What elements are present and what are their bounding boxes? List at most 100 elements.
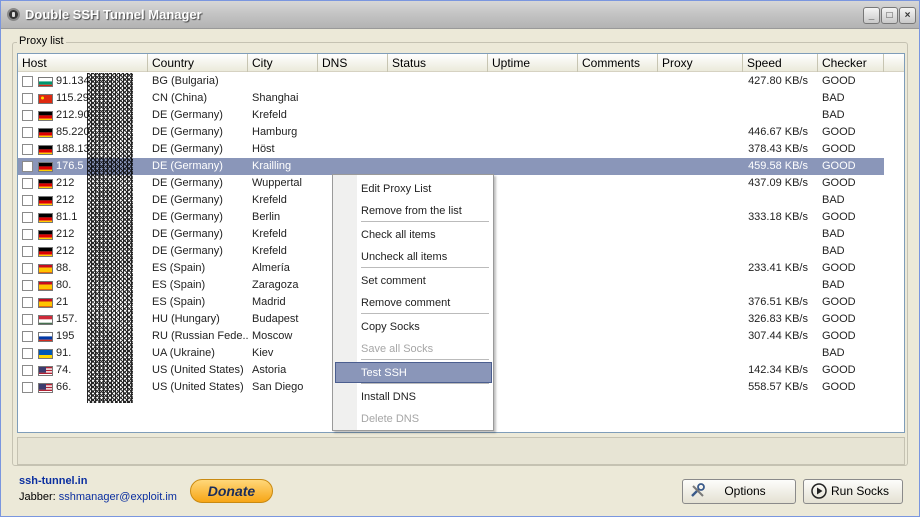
flag-de-icon [38,230,53,240]
menu-item-save-all-socks: Save all Socks [361,343,434,355]
column-header-speed[interactable]: Speed [743,54,818,72]
cell-city: Almería [252,262,290,274]
column-header-checker[interactable]: Checker [818,54,884,72]
column-header-host[interactable]: Host [18,54,148,72]
cell-speed: 437.09 KB/s [748,177,808,189]
cell-checker: BAD [822,194,845,206]
cell-speed: 378.43 KB/s [748,143,808,155]
cell-speed: 446.67 KB/s [748,126,808,138]
row-checkbox[interactable] [22,76,33,87]
options-label: Options [724,484,766,498]
maximize-button[interactable]: □ [881,7,898,24]
row-checkbox[interactable] [22,246,33,257]
cell-city: Budapest [252,313,299,325]
column-header-comments[interactable]: Comments [578,54,658,72]
cell-speed [718,243,808,260]
row-checkbox[interactable] [22,212,33,223]
row-checkbox[interactable] [22,348,33,359]
column-header-proxy[interactable]: Proxy [658,54,743,72]
options-button[interactable]: Options [682,479,796,504]
cell-country: UA (Ukraine) [152,347,215,359]
cell-checker: GOOD [822,143,856,155]
cell-city: Krefeld [252,228,287,240]
cell-country: ES (Spain) [152,296,206,308]
cell-speed [718,277,808,294]
row-checkbox[interactable] [22,280,33,291]
row-checkbox[interactable] [22,297,33,308]
cell-speed [718,90,808,107]
table-row[interactable]: 115.29. CN (China) Shanghai BAD [18,90,884,107]
cell-city: Wuppertal [252,177,302,189]
menu-item-uncheck-all-items[interactable]: Uncheck all items [361,246,491,268]
menu-item-test-ssh[interactable]: Test SSH [361,362,491,384]
minimize-button[interactable]: _ [863,7,880,24]
flag-de-icon [38,145,53,155]
row-checkbox[interactable] [22,229,33,240]
table-row[interactable]: 176.5 DE (Germany) Krailling 459.58 KB/s GOO… [18,158,884,175]
column-header-uptime[interactable]: Uptime [488,54,578,72]
cell-checker: BAD [822,245,845,257]
cell-country: HU (Hungary) [152,313,220,325]
cell-speed [718,345,808,362]
title-bar[interactable]: Double SSH Tunnel Manager _ □ × [1,1,919,29]
table-row[interactable]: 91.134 BG (Bulgaria) 427.80 KB/s GOOD [18,73,884,90]
cell-country: DE (Germany) [152,143,223,155]
row-checkbox[interactable] [22,331,33,342]
row-checkbox[interactable] [22,195,33,206]
cell-country: BG (Bulgaria) [152,75,219,87]
row-checkbox[interactable] [22,314,33,325]
run-socks-label: Run Socks [830,484,890,498]
column-header-country[interactable]: Country [148,54,248,72]
main-window: Double SSH Tunnel Manager _ □ × Proxy li… [0,0,920,517]
menu-item-check-all-items[interactable]: Check all items [361,224,491,246]
cell-speed: 427.80 KB/s [748,75,808,87]
row-checkbox[interactable] [22,382,33,393]
table-row[interactable]: 85.220 DE (Germany) Hamburg 446.67 KB/s GOOD [18,124,884,141]
column-header-dns[interactable]: DNS [318,54,388,72]
table-row[interactable]: 212.90. DE (Germany) Krefeld BAD [18,107,884,124]
row-checkbox[interactable] [22,127,33,138]
table-row[interactable]: 188.13 DE (Germany) Höst 378.43 KB/s GOOD [18,141,884,158]
cell-speed: 233.41 KB/s [748,262,808,274]
menu-item-delete-dns: Delete DNS [361,413,420,425]
cell-checker: GOOD [822,211,856,223]
menu-item-remove-from-the-list[interactable]: Remove from the list [361,200,491,222]
column-header-status[interactable]: Status [388,54,488,72]
run-socks-button[interactable]: Run Socks [803,479,903,504]
row-checkbox[interactable] [22,144,33,155]
flag-es-icon [38,298,53,308]
menu-item-remove-comment[interactable]: Remove comment [361,292,491,314]
cell-city: Astoria [252,364,287,376]
cell-speed: 459.58 KB/s [748,160,808,172]
cell-checker: GOOD [822,296,856,308]
flag-hu-icon [38,315,53,325]
cell-city: Krefeld [252,194,287,206]
menu-item-edit-proxy-list[interactable]: Edit Proxy List [361,178,491,200]
cell-speed: 307.44 KB/s [748,330,808,342]
flag-ru-icon [38,332,53,342]
menu-item-copy-socks[interactable]: Copy Socks [361,316,491,338]
cell-country: ES (Spain) [152,279,206,291]
cell-checker: GOOD [822,177,856,189]
column-header-city[interactable]: City [248,54,318,72]
cell-speed: 142.34 KB/s [748,364,808,376]
jabber-link[interactable]: sshmanager@exploit.im [59,491,177,503]
cell-checker: GOOD [822,262,856,274]
status-area [17,437,905,465]
cell-city: Hamburg [252,126,298,138]
row-checkbox[interactable] [22,93,33,104]
donate-button[interactable]: Donate [190,479,273,503]
jabber-label: Jabber: [19,491,56,503]
row-checkbox[interactable] [22,161,33,172]
row-checkbox[interactable] [22,263,33,274]
row-checkbox[interactable] [22,110,33,121]
menu-item-install-dns[interactable]: Install DNS [361,386,491,408]
cell-city: Berlin [252,211,281,223]
menu-item-set-comment[interactable]: Set comment [361,270,491,292]
menu-separator [361,313,489,314]
close-button[interactable]: × [899,7,916,24]
row-checkbox[interactable] [22,178,33,189]
cell-speed: 376.51 KB/s [748,296,808,308]
row-checkbox[interactable] [22,365,33,376]
site-link[interactable]: ssh-tunnel.in [19,475,87,487]
